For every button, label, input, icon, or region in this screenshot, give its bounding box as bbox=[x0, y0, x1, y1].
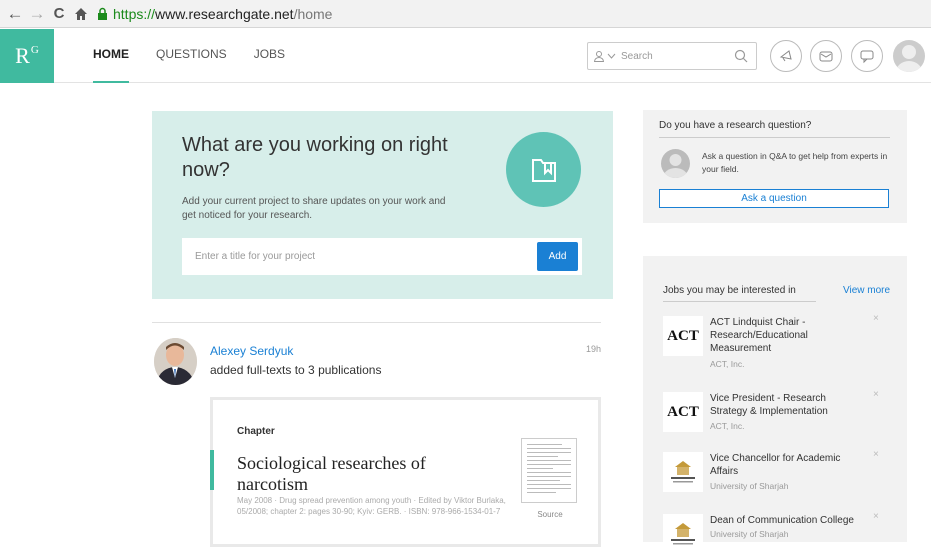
back-icon[interactable]: ← bbox=[4, 3, 26, 25]
reload-icon[interactable]: C bbox=[48, 3, 70, 25]
source-link[interactable]: Source bbox=[525, 510, 575, 519]
researchgate-logo[interactable]: RG bbox=[0, 29, 54, 83]
university-logo bbox=[663, 452, 703, 492]
forward-icon[interactable]: → bbox=[26, 3, 48, 25]
feed-timestamp: 19h bbox=[586, 344, 602, 354]
announcements-button[interactable] bbox=[770, 40, 802, 72]
nav-questions[interactable]: QUESTIONS bbox=[156, 29, 227, 83]
ask-question-button[interactable]: Ask a question bbox=[659, 189, 889, 208]
nav-jobs[interactable]: JOBS bbox=[254, 29, 285, 83]
default-avatar-icon bbox=[661, 149, 690, 178]
megaphone-icon bbox=[779, 50, 792, 62]
question-box-title: Do you have a research question? bbox=[659, 120, 890, 138]
url-path: /home bbox=[293, 5, 333, 22]
logo-text: R bbox=[15, 43, 30, 68]
address-bar[interactable]: https://www.researchgate.net/home bbox=[96, 6, 332, 22]
jobs-header: Jobs you may be interested in bbox=[663, 285, 816, 302]
act-logo: ACT bbox=[663, 316, 703, 356]
url-host: www.researchgate.net bbox=[155, 5, 294, 22]
search-icon[interactable] bbox=[734, 49, 748, 63]
job-company: University of Sharjah bbox=[710, 529, 789, 539]
mail-icon bbox=[819, 51, 833, 62]
publication-card[interactable]: Chapter Sociological researches of narco… bbox=[210, 397, 601, 547]
jobs-box: Jobs you may be interested in View more … bbox=[643, 256, 907, 554]
dismiss-icon[interactable]: × bbox=[873, 511, 879, 522]
job-company: ACT, Inc. bbox=[710, 421, 745, 431]
author-avatar[interactable] bbox=[154, 338, 197, 385]
chevron-down-icon bbox=[607, 53, 616, 59]
project-description: Add your current project to share update… bbox=[182, 196, 446, 221]
app-header: RG HOME QUESTIONS JOBS Search bbox=[0, 29, 931, 83]
dismiss-icon[interactable]: × bbox=[873, 389, 879, 400]
project-prompt-card: What are you working on right now? Add y… bbox=[152, 111, 613, 299]
research-question-box: Do you have a research question? Ask a q… bbox=[643, 110, 907, 223]
person-icon bbox=[594, 50, 604, 62]
publication-thumbnail[interactable] bbox=[521, 438, 577, 503]
search-input[interactable]: Search bbox=[587, 42, 757, 70]
publication-accent-bar bbox=[210, 450, 214, 490]
view-more-link[interactable]: View more bbox=[843, 285, 890, 296]
dismiss-icon[interactable]: × bbox=[873, 449, 879, 460]
url-scheme: https:// bbox=[113, 5, 156, 22]
university-logo bbox=[663, 514, 703, 554]
job-company: ACT, Inc. bbox=[710, 359, 745, 369]
author-name-link[interactable]: Alexey Serdyuk bbox=[210, 344, 293, 358]
job-title[interactable]: Vice President - Research Strategy & Imp… bbox=[710, 392, 860, 418]
chat-icon bbox=[860, 50, 874, 64]
feed-action-text: added full-texts to 3 publications bbox=[210, 363, 382, 377]
browser-toolbar: ← → C https://www.researchgate.net/home bbox=[0, 0, 931, 28]
bookmark-icon bbox=[506, 132, 581, 207]
lock-icon bbox=[98, 7, 107, 20]
chat-button[interactable] bbox=[851, 40, 883, 72]
logo-sup: G bbox=[30, 44, 39, 56]
add-project-button[interactable]: Add bbox=[537, 242, 578, 271]
home-icon[interactable] bbox=[70, 3, 92, 25]
question-box-description: Ask a question in Q&A to get help from e… bbox=[702, 151, 888, 174]
user-avatar[interactable] bbox=[893, 40, 925, 72]
job-title[interactable]: Dean of Communication College bbox=[710, 514, 870, 527]
project-input-placeholder: Enter a title for your project bbox=[195, 251, 316, 262]
act-logo: ACT bbox=[663, 392, 703, 432]
feed-divider bbox=[152, 322, 601, 323]
search-scope-dropdown[interactable] bbox=[594, 50, 616, 62]
search-placeholder: Search bbox=[621, 50, 653, 62]
publication-meta: May 2008 · Drug spread prevention among … bbox=[237, 496, 506, 516]
job-company: University of Sharjah bbox=[710, 481, 789, 491]
project-title-input[interactable]: Enter a title for your project Add bbox=[182, 238, 582, 275]
nav-home[interactable]: HOME bbox=[93, 29, 129, 83]
publication-type: Chapter bbox=[237, 426, 275, 437]
publication-title-link[interactable]: Sociological researches of narcotism bbox=[237, 453, 477, 495]
job-title[interactable]: ACT Lindquist Chair - Research/Education… bbox=[710, 316, 860, 355]
project-heading: What are you working on right now? bbox=[182, 134, 448, 181]
top-nav: HOME QUESTIONS JOBS bbox=[93, 29, 312, 83]
job-title[interactable]: Vice Chancellor for Academic Affairs bbox=[710, 452, 860, 478]
messages-button[interactable] bbox=[810, 40, 842, 72]
dismiss-icon[interactable]: × bbox=[873, 313, 879, 324]
